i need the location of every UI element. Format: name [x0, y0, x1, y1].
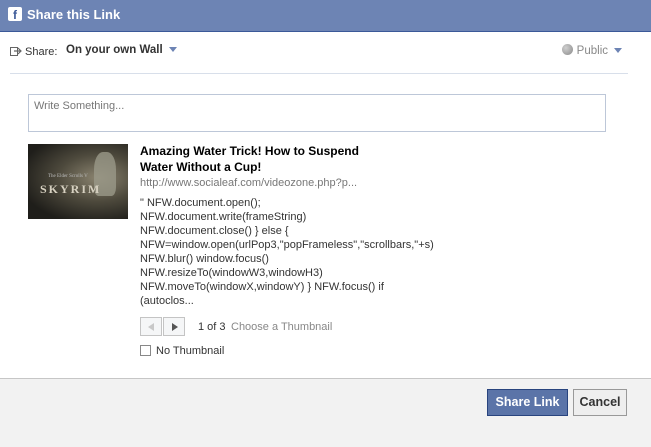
- thumbnail-pretext: The Elder Scrolls V: [48, 174, 88, 179]
- link-description[interactable]: " NFW.document.open(); NFW.document.writ…: [140, 196, 460, 308]
- previous-thumbnail-button[interactable]: [140, 317, 162, 336]
- link-url: http://www.socialeaf.com/videozone.php?p…: [140, 177, 358, 189]
- message-input[interactable]: Write Something...: [28, 94, 606, 132]
- share-icon: [10, 47, 22, 56]
- chevron-down-icon: [614, 48, 622, 54]
- choose-thumbnail-label: Choose a Thumbnail: [231, 321, 333, 333]
- link-title[interactable]: Amazing Water Trick! How to Suspend Wate…: [140, 143, 400, 175]
- globe-icon: [561, 44, 573, 55]
- arrow-left-icon: [148, 323, 154, 331]
- share-target-value: On your own Wall: [66, 44, 163, 56]
- share-label: Share:: [25, 46, 58, 58]
- facebook-logo-icon: f: [8, 7, 22, 22]
- next-thumbnail-button[interactable]: [163, 317, 185, 336]
- privacy-value: Public: [576, 45, 608, 57]
- no-thumbnail-checkbox[interactable]: [140, 345, 151, 356]
- divider: [10, 73, 628, 74]
- link-title-line: Water Without a Cup!: [140, 160, 262, 174]
- thumbnail-count: 1 of 3: [198, 321, 226, 333]
- link-title-line: Amazing Water Trick! How to Suspend: [140, 144, 359, 158]
- dialog-title: Share this Link: [27, 7, 121, 22]
- cancel-button[interactable]: Cancel: [573, 389, 627, 416]
- thumbnail-logo-text: SKYRIM: [40, 182, 102, 196]
- chevron-down-icon: [168, 47, 177, 53]
- privacy-dropdown[interactable]: Public: [561, 44, 622, 57]
- link-thumbnail: The Elder Scrolls V SKYRIM: [28, 144, 128, 219]
- arrow-right-icon: [172, 323, 178, 331]
- dialog-titlebar: f Share this Link: [0, 0, 651, 32]
- share-target-dropdown[interactable]: On your own Wall: [66, 44, 177, 56]
- share-link-button[interactable]: Share Link: [487, 389, 568, 416]
- share-target-row: Share: On your own Wall Public: [10, 42, 630, 62]
- no-thumbnail-label: No Thumbnail: [156, 345, 225, 357]
